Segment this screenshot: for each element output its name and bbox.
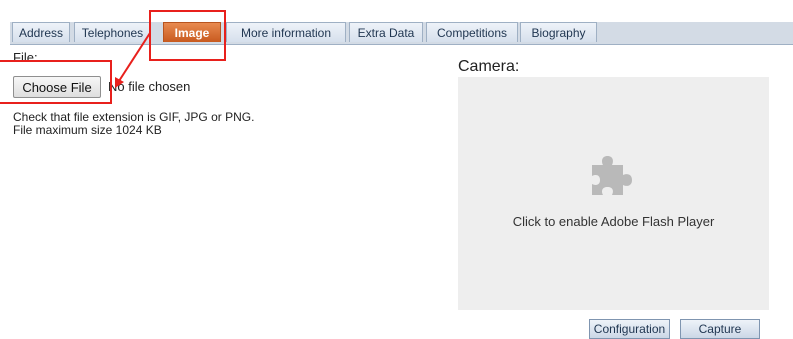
file-size-hint: File maximum size 1024 KB <box>13 123 162 137</box>
puzzle-piece-icon <box>592 156 632 195</box>
tab-biography[interactable]: Biography <box>520 22 597 42</box>
capture-button[interactable]: Capture <box>680 319 760 339</box>
file-status-text: No file chosen <box>108 79 191 94</box>
flash-enable-message: Click to enable Adobe Flash Player <box>512 214 715 229</box>
highlight-box-image-tab <box>149 10 226 61</box>
flash-plugin-placeholder[interactable]: Click to enable Adobe Flash Player <box>458 77 769 310</box>
tab-competitions[interactable]: Competitions <box>426 22 518 42</box>
file-extension-hint: Check that file extension is GIF, JPG or… <box>13 110 255 124</box>
configuration-button[interactable]: Configuration <box>589 319 670 339</box>
top-strip <box>0 0 793 22</box>
camera-label: Camera: <box>458 58 520 75</box>
tab-address[interactable]: Address <box>12 22 70 42</box>
highlight-box-choose-file <box>0 60 112 104</box>
tab-more-information[interactable]: More information <box>226 22 346 42</box>
tab-telephones[interactable]: Telephones <box>74 22 151 42</box>
tab-bar: Address Telephones Image More informatio… <box>10 22 793 45</box>
tab-extra-data[interactable]: Extra Data <box>349 22 423 42</box>
